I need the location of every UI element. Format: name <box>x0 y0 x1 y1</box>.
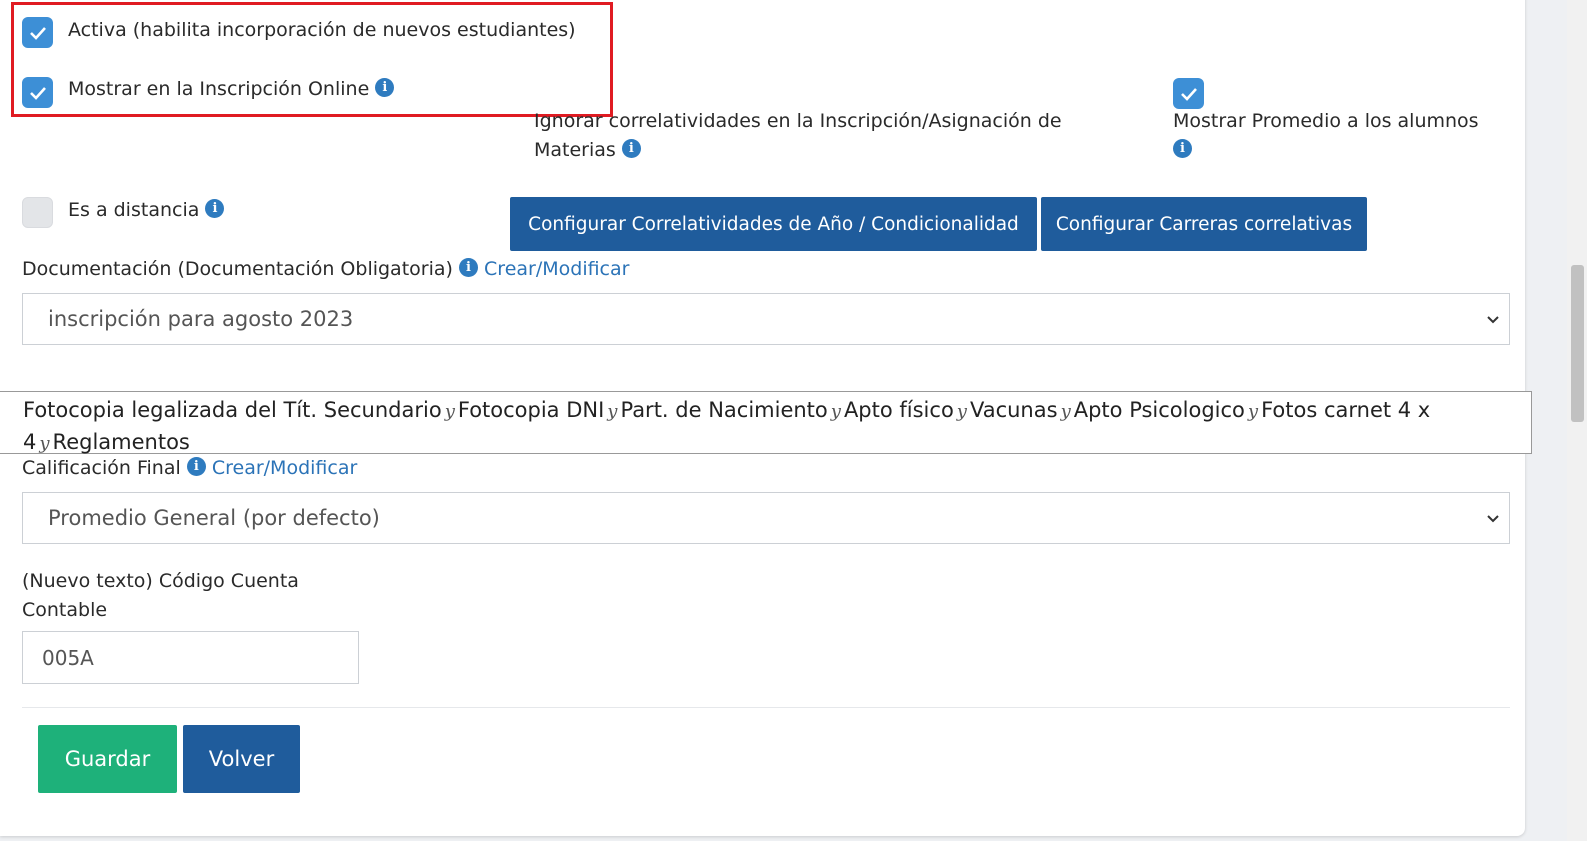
codigo-cuenta-input[interactable]: 005A <box>22 631 359 684</box>
separator: y <box>39 433 50 454</box>
separator: y <box>956 401 967 422</box>
separator: y <box>444 401 455 422</box>
ignorar-correlatividades-label-line2: Materias i <box>534 139 641 161</box>
ignorar-correlatividades-label-line1: Ignorar correlatividades en la Inscripci… <box>534 110 1062 132</box>
configurar-carreras-button[interactable]: Configurar Carreras correlativas <box>1041 197 1367 251</box>
mostrar-promedio-checkbox[interactable] <box>1173 78 1204 109</box>
mostrar-promedio-info: i <box>1173 139 1192 161</box>
info-icon[interactable]: i <box>205 199 225 218</box>
documentacion-crear-link[interactable]: Crear/Modificar <box>484 258 629 280</box>
es-a-distancia-text: Es a distancia <box>68 199 200 221</box>
codigo-cuenta-label-line2: Contable <box>22 599 108 621</box>
doc-item: Apto Psicologico <box>1073 398 1245 422</box>
codigo-cuenta-value: 005A <box>42 645 94 670</box>
divider <box>22 707 1510 708</box>
doc-item: Apto físico <box>843 398 954 422</box>
doc-item: Part. de Nacimiento <box>620 398 828 422</box>
info-icon[interactable]: i <box>458 258 478 277</box>
info-icon[interactable]: i <box>621 139 641 158</box>
calificacion-label-text: Calificación Final <box>22 457 181 479</box>
checkmark-icon <box>1180 87 1197 101</box>
chevron-down-icon <box>1487 515 1499 523</box>
separator: y <box>830 401 841 422</box>
calificacion-select[interactable]: Promedio General (por defecto) <box>22 492 1510 544</box>
separator: y <box>1247 401 1259 422</box>
scrollbar-thumb[interactable] <box>1571 265 1584 422</box>
scrollbar[interactable] <box>1567 0 1587 841</box>
calificacion-crear-link[interactable]: Crear/Modificar <box>212 457 357 479</box>
es-a-distancia-label: Es a distancia i <box>68 199 225 221</box>
mostrar-promedio-label: Mostrar Promedio a los alumnos <box>1173 110 1479 132</box>
ignorar-correlatividades-text: Materias <box>534 139 616 161</box>
info-icon[interactable]: i <box>186 457 206 476</box>
doc-item: Reglamentos <box>52 430 190 454</box>
separator: y <box>1060 401 1071 422</box>
configurar-correlatividades-button[interactable]: Configurar Correlatividades de Año / Con… <box>510 197 1037 251</box>
chevron-down-icon <box>1487 316 1499 324</box>
doc-item: Fotocopia DNI <box>457 398 605 422</box>
calificacion-selected-value: Promedio General (por defecto) <box>48 506 380 530</box>
calificacion-label: Calificación Final i Crear/Modificar <box>22 457 357 479</box>
doc-item: Fotocopia legalizada del Tít. Secundario <box>23 398 442 422</box>
documentacion-selected-value: inscripción para agosto 2023 <box>48 307 354 331</box>
volver-button[interactable]: Volver <box>183 725 300 793</box>
doc-item: Vacunas <box>969 398 1058 422</box>
documentacion-list: Fotocopia legalizada del Tít. Secundario… <box>23 395 1513 459</box>
es-a-distancia-checkbox[interactable] <box>22 197 53 228</box>
separator: y <box>607 401 618 422</box>
documentacion-label: Documentación (Documentación Obligatoria… <box>22 258 629 280</box>
highlight-box <box>11 2 613 117</box>
documentacion-label-text: Documentación (Documentación Obligatoria… <box>22 258 453 280</box>
codigo-cuenta-label-line1: (Nuevo texto) Código Cuenta <box>22 570 299 592</box>
guardar-button[interactable]: Guardar <box>38 725 177 793</box>
info-icon[interactable]: i <box>1173 139 1192 158</box>
documentacion-select[interactable]: inscripción para agosto 2023 <box>22 293 1510 345</box>
